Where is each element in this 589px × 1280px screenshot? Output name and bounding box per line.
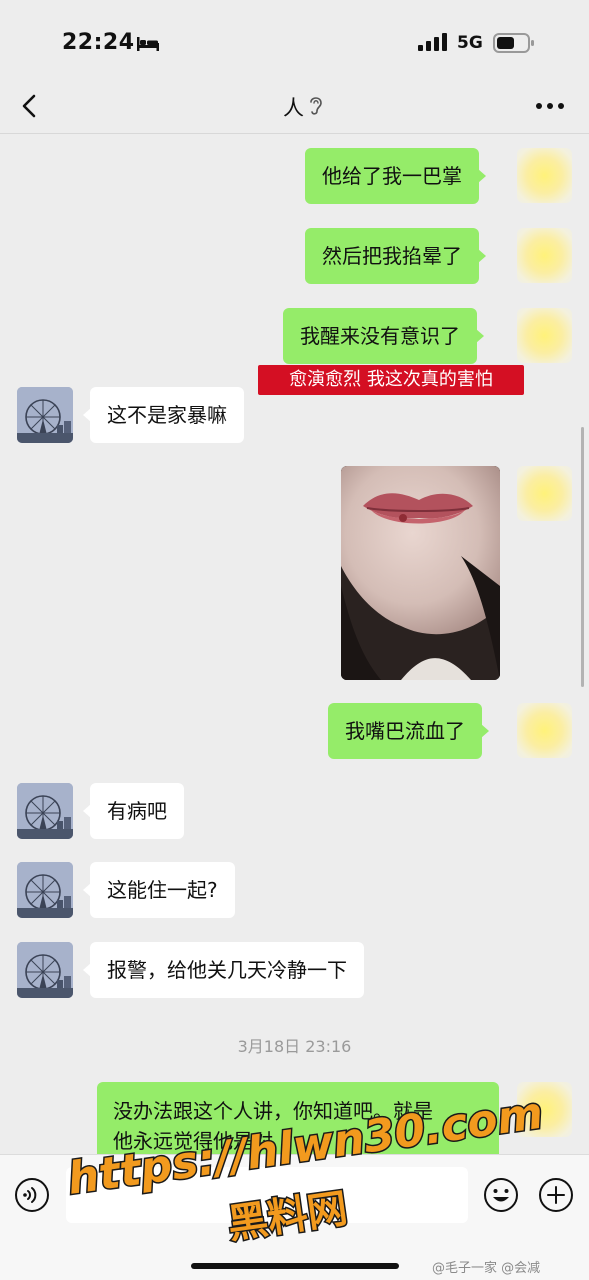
ferris-wheel-photo (17, 387, 73, 443)
message-bubble-sent[interactable]: 然后把我掐晕了 (305, 228, 486, 284)
ferris-wheel-photo (17, 862, 73, 918)
status-time: 22:24 (62, 30, 135, 55)
message-bubble-received[interactable]: 这不是家暴嘛 (83, 387, 244, 443)
message-bubble-received[interactable]: 这能住一起? (83, 862, 235, 918)
message-bubble-sent[interactable]: 他给了我一巴掌 (305, 148, 486, 204)
network-type-label: 5G (457, 33, 483, 53)
sleep-mode-bed-icon (137, 37, 159, 51)
my-avatar[interactable] (517, 308, 572, 363)
battery-icon (493, 33, 534, 53)
my-avatar[interactable] (517, 228, 572, 283)
message-bubble-received[interactable]: 报警，给他关几天冷静一下 (83, 942, 364, 998)
chat-header: 人 (0, 80, 589, 134)
chat-scrollbar[interactable] (581, 427, 584, 687)
ferris-wheel-photo (17, 783, 73, 839)
cellular-signal-icon (418, 33, 447, 51)
home-indicator (191, 1263, 399, 1269)
ferris-wheel-photo (17, 942, 73, 998)
my-avatar[interactable] (517, 703, 572, 758)
my-avatar[interactable] (517, 466, 572, 521)
watermark-site-name: 黑料网 (223, 1184, 396, 1250)
back-chevron-icon[interactable] (18, 90, 42, 122)
message-timestamp: 3月18日 23:16 (237, 1037, 352, 1056)
plus-icon[interactable] (538, 1177, 574, 1213)
contact-avatar[interactable] (17, 387, 73, 443)
voice-icon[interactable] (14, 1177, 50, 1213)
contact-avatar[interactable] (17, 783, 73, 839)
chat-title: 人 (283, 96, 304, 120)
ear-listening-icon (310, 97, 322, 115)
lips-photo (341, 466, 500, 680)
my-avatar[interactable] (517, 148, 572, 203)
watermark-site-name-text: 黑料网 (225, 1186, 350, 1248)
message-bubble-sent[interactable]: 我醒来没有意识了 (283, 308, 484, 364)
message-bubble-sent[interactable]: 我嘴巴流血了 (328, 703, 489, 759)
caption-overlay: 愈演愈烈 我这次真的害怕 (258, 365, 524, 395)
status-bar: 22:24 5G (0, 0, 589, 80)
contact-avatar[interactable] (17, 862, 73, 918)
weibo-credit: @毛子一家 @会减 (432, 1261, 541, 1276)
message-bubble-received[interactable]: 有病吧 (83, 783, 184, 839)
more-dots-icon[interactable] (535, 100, 565, 112)
contact-avatar[interactable] (17, 942, 73, 998)
message-image[interactable] (341, 466, 500, 680)
